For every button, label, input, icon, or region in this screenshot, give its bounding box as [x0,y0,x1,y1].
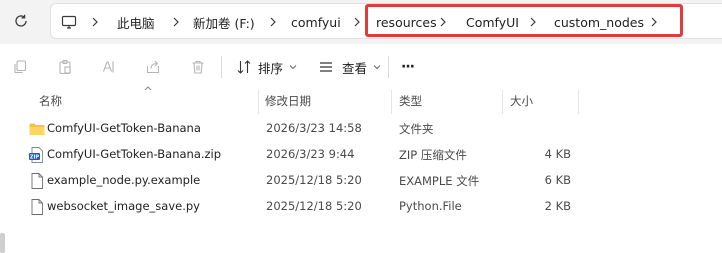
file-size: 4 KB [544,147,571,161]
chevron-right-icon[interactable] [648,15,660,29]
breadcrumb-resources[interactable]: resources [376,4,437,40]
breadcrumb-custom-nodes[interactable]: custom_nodes [554,4,644,40]
breadcrumb-comfyui-app[interactable]: ComfyUI [466,4,519,40]
svg-text:ZIP: ZIP [30,155,39,161]
chevron-right-icon[interactable] [351,15,363,29]
breadcrumb-drive[interactable]: 新加卷 (F:) [193,4,255,40]
file-modified: 2025/12/18 5:20 [266,173,362,187]
column-header: 名称 修改日期 类型 大小 [0,90,722,114]
folder-icon [29,123,45,135]
share-icon[interactable] [143,57,163,77]
rename-icon[interactable] [99,57,119,77]
column-type[interactable]: 类型 [399,93,422,109]
chevron-right-icon[interactable] [527,15,539,29]
file-type: 文件夹 [399,122,434,136]
chevron-down-icon [373,65,381,70]
chevron-down-icon [289,65,297,70]
file-name: ComfyUI-GetToken-Banana.zip [47,147,222,161]
address-bar[interactable]: 此电脑 新加卷 (F:) comfyui resources ComfyUI c… [50,3,722,39]
file-name: websocket_image_save.py [47,199,200,213]
file-row[interactable]: websocket_image_save.py 2025/12/18 5:20 … [20,194,710,220]
chevron-right-icon[interactable] [170,15,182,29]
file-name: example_node.py.example [47,173,201,187]
sort-icon [237,60,251,74]
file-modified: 2025/12/18 5:20 [266,199,362,213]
nav-pane-edge [0,90,10,253]
column-size[interactable]: 大小 [510,93,533,109]
column-divider[interactable] [258,90,259,114]
file-row[interactable]: ComfyUI-GetToken-Banana 2026/3/23 14:58 … [20,116,710,142]
toolbar-separator [221,56,222,78]
refresh-icon[interactable] [10,10,32,32]
sort-button[interactable]: 排序 [236,55,297,79]
address-bar-row: 此电脑 新加卷 (F:) comfyui resources ComfyUI c… [0,0,722,44]
view-icon [320,62,332,72]
view-button[interactable]: 查看 [318,55,381,79]
file-modified: 2026/3/23 9:44 [266,147,355,161]
chevron-right-icon[interactable] [437,15,449,29]
column-name[interactable]: 名称 [39,93,62,109]
view-label: 查看 [342,60,368,76]
breadcrumb-comfyui[interactable]: comfyui [291,4,341,40]
file-name: ComfyUI-GetToken-Banana [47,121,201,135]
delete-icon[interactable] [188,57,208,77]
column-divider[interactable] [502,90,503,114]
breadcrumb-this-pc[interactable]: 此电脑 [117,4,155,40]
toolbar-separator [388,56,389,78]
file-row[interactable]: ZIP ComfyUI-GetToken-Banana.zip 2026/3/2… [20,142,710,168]
file-row[interactable]: example_node.py.example 2025/12/18 5:20 … [20,168,710,194]
file-icon [31,199,43,215]
chevron-right-icon[interactable] [89,15,101,29]
chevron-right-icon[interactable] [267,15,279,29]
file-size: 2 KB [544,199,571,213]
file-type: ZIP 压缩文件 [399,148,467,162]
column-divider[interactable] [578,90,579,114]
paste-icon[interactable] [55,57,75,77]
sort-label: 排序 [258,60,284,76]
column-divider[interactable] [391,90,392,114]
command-bar: 排序 查看 ··· [0,44,722,90]
scrollbar-thumb[interactable] [0,233,5,253]
copy-icon[interactable] [10,57,30,77]
file-icon [31,173,43,189]
zip-icon: ZIP [29,147,43,163]
file-modified: 2026/3/23 14:58 [266,121,362,135]
this-pc-icon[interactable] [61,4,77,40]
column-modified[interactable]: 修改日期 [265,93,311,109]
file-type: EXAMPLE 文件 [399,174,480,188]
file-size: 6 KB [544,173,571,187]
file-type: Python.File [399,199,462,213]
more-options-button[interactable]: ··· [401,55,415,79]
